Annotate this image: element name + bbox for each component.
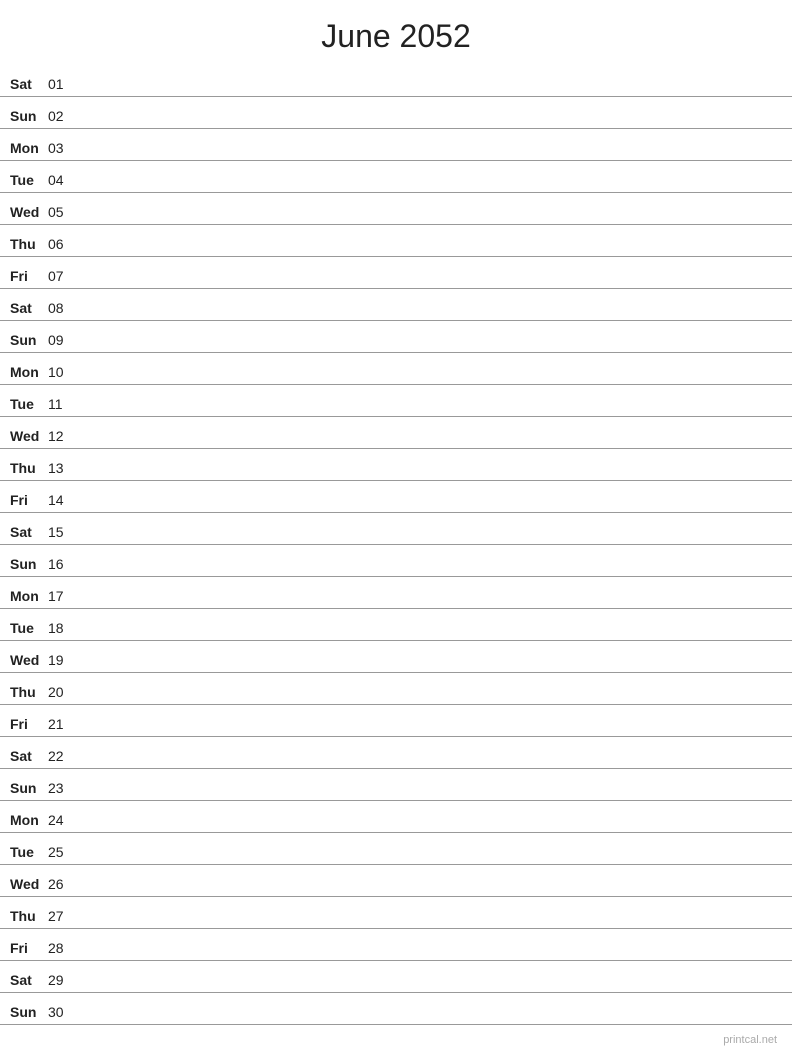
day-number: 09 xyxy=(48,332,76,352)
day-label: Wed xyxy=(10,204,48,224)
calendar-row: Sat08 xyxy=(0,289,792,321)
day-number: 03 xyxy=(48,140,76,160)
day-label: Sat xyxy=(10,300,48,320)
day-label: Mon xyxy=(10,812,48,832)
day-label: Fri xyxy=(10,492,48,512)
day-label: Fri xyxy=(10,940,48,960)
calendar-row: Thu13 xyxy=(0,449,792,481)
calendar-row: Mon24 xyxy=(0,801,792,833)
calendar-row: Sat29 xyxy=(0,961,792,993)
day-label: Thu xyxy=(10,236,48,256)
calendar-row: Sun02 xyxy=(0,97,792,129)
day-label: Sat xyxy=(10,972,48,992)
calendar-row: Wed26 xyxy=(0,865,792,897)
day-number: 27 xyxy=(48,908,76,928)
day-label: Sat xyxy=(10,524,48,544)
day-number: 15 xyxy=(48,524,76,544)
day-number: 22 xyxy=(48,748,76,768)
calendar-row: Thu20 xyxy=(0,673,792,705)
day-label: Mon xyxy=(10,364,48,384)
calendar-row: Wed05 xyxy=(0,193,792,225)
calendar-row: Sat15 xyxy=(0,513,792,545)
day-number: 30 xyxy=(48,1004,76,1024)
calendar-row: Tue18 xyxy=(0,609,792,641)
day-label: Wed xyxy=(10,428,48,448)
calendar-row: Wed19 xyxy=(0,641,792,673)
day-number: 06 xyxy=(48,236,76,256)
calendar-row: Mon03 xyxy=(0,129,792,161)
day-number: 21 xyxy=(48,716,76,736)
day-label: Sun xyxy=(10,108,48,128)
day-label: Tue xyxy=(10,396,48,416)
calendar-row: Thu27 xyxy=(0,897,792,929)
day-number: 11 xyxy=(48,396,76,416)
calendar-row: Thu06 xyxy=(0,225,792,257)
day-label: Sun xyxy=(10,332,48,352)
calendar-container: Sat01Sun02Mon03Tue04Wed05Thu06Fri07Sat08… xyxy=(0,65,792,1025)
day-label: Sat xyxy=(10,748,48,768)
day-label: Thu xyxy=(10,460,48,480)
calendar-row: Sun23 xyxy=(0,769,792,801)
day-number: 23 xyxy=(48,780,76,800)
day-label: Fri xyxy=(10,268,48,288)
calendar-row: Fri28 xyxy=(0,929,792,961)
day-number: 07 xyxy=(48,268,76,288)
day-number: 08 xyxy=(48,300,76,320)
day-label: Thu xyxy=(10,908,48,928)
calendar-row: Sat01 xyxy=(0,65,792,97)
day-label: Wed xyxy=(10,876,48,896)
calendar-row: Tue04 xyxy=(0,161,792,193)
day-number: 02 xyxy=(48,108,76,128)
day-label: Thu xyxy=(10,684,48,704)
day-number: 05 xyxy=(48,204,76,224)
calendar-row: Fri07 xyxy=(0,257,792,289)
page-title: June 2052 xyxy=(0,0,792,65)
calendar-row: Wed12 xyxy=(0,417,792,449)
day-number: 28 xyxy=(48,940,76,960)
day-number: 12 xyxy=(48,428,76,448)
calendar-row: Fri14 xyxy=(0,481,792,513)
day-number: 18 xyxy=(48,620,76,640)
day-label: Mon xyxy=(10,140,48,160)
day-number: 19 xyxy=(48,652,76,672)
day-number: 29 xyxy=(48,972,76,992)
day-label: Sun xyxy=(10,556,48,576)
day-number: 24 xyxy=(48,812,76,832)
day-number: 26 xyxy=(48,876,76,896)
day-label: Tue xyxy=(10,172,48,192)
day-label: Fri xyxy=(10,716,48,736)
day-label: Mon xyxy=(10,588,48,608)
day-number: 25 xyxy=(48,844,76,864)
day-label: Tue xyxy=(10,844,48,864)
calendar-row: Sun09 xyxy=(0,321,792,353)
day-number: 01 xyxy=(48,76,76,96)
calendar-row: Tue11 xyxy=(0,385,792,417)
day-number: 17 xyxy=(48,588,76,608)
calendar-row: Tue25 xyxy=(0,833,792,865)
calendar-row: Sun16 xyxy=(0,545,792,577)
calendar-row: Fri21 xyxy=(0,705,792,737)
day-number: 16 xyxy=(48,556,76,576)
day-number: 13 xyxy=(48,460,76,480)
calendar-row: Sun30 xyxy=(0,993,792,1025)
day-number: 10 xyxy=(48,364,76,384)
day-label: Tue xyxy=(10,620,48,640)
day-number: 20 xyxy=(48,684,76,704)
day-number: 04 xyxy=(48,172,76,192)
day-label: Sat xyxy=(10,76,48,96)
day-label: Sun xyxy=(10,1004,48,1024)
day-label: Wed xyxy=(10,652,48,672)
day-label: Sun xyxy=(10,780,48,800)
calendar-row: Mon10 xyxy=(0,353,792,385)
footer-text: printcal.net xyxy=(723,1034,777,1046)
calendar-row: Sat22 xyxy=(0,737,792,769)
calendar-row: Mon17 xyxy=(0,577,792,609)
day-number: 14 xyxy=(48,492,76,512)
